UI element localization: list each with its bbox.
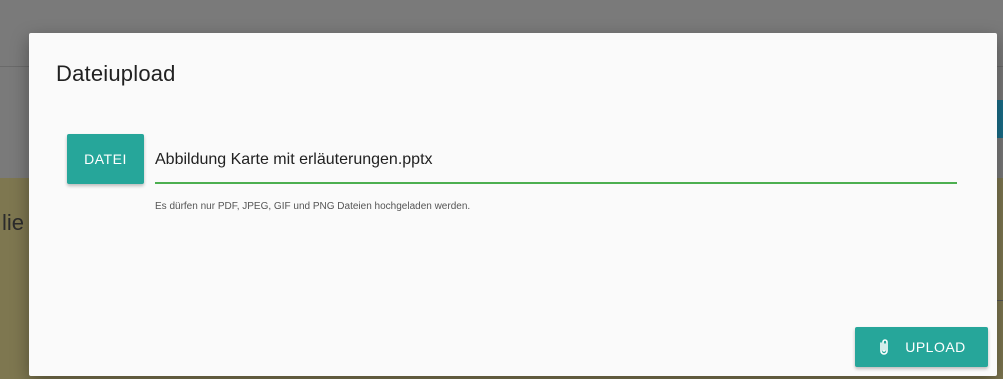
dialog-title: Dateiupload	[56, 61, 176, 86]
upload-button[interactable]: UPLOAD	[855, 327, 988, 367]
upload-button-label: UPLOAD	[905, 339, 966, 355]
file-upload-dialog: Dateiupload DATEI Es dürfen nur PDF, JPE…	[29, 33, 997, 376]
choose-file-button[interactable]: DATEI	[67, 134, 144, 184]
background-text-fragment: lie	[2, 210, 25, 235]
file-type-hint: Es dürfen nur PDF, JPEG, GIF und PNG Dat…	[155, 201, 471, 212]
file-path-input[interactable]	[155, 138, 957, 184]
paperclip-icon	[877, 338, 891, 356]
background-divider	[996, 300, 1003, 301]
